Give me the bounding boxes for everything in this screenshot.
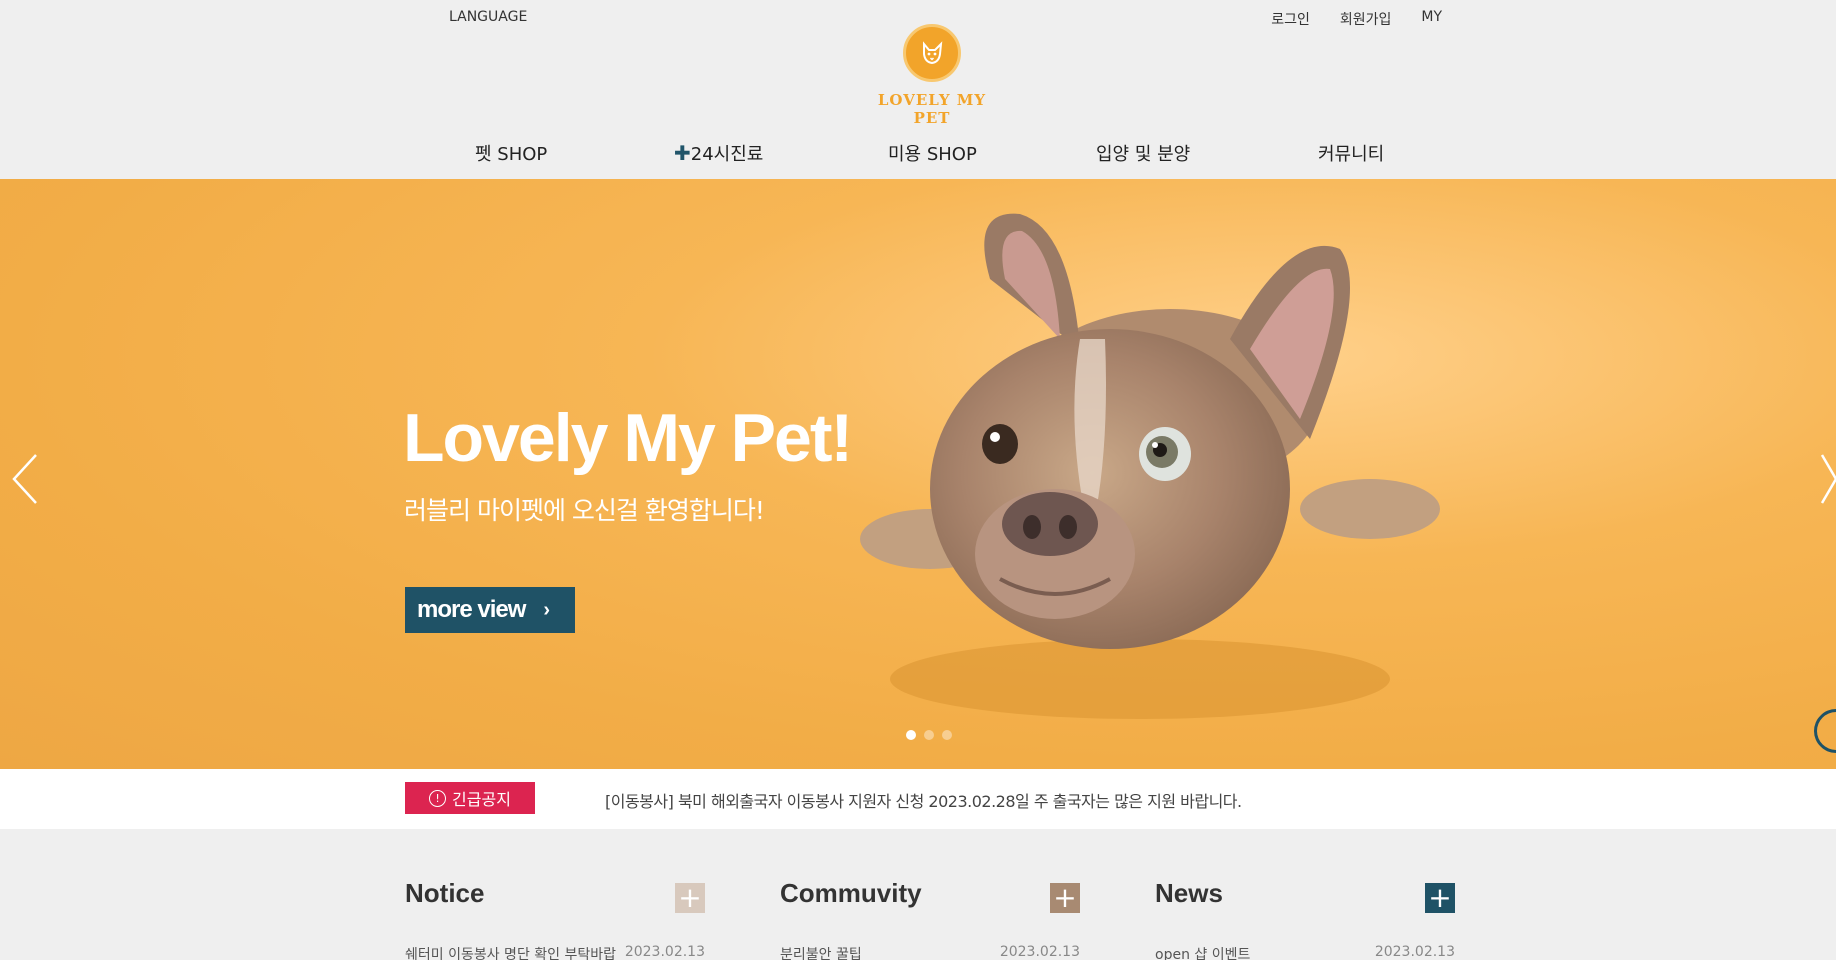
plus-icon[interactable]: +	[675, 883, 705, 913]
slide-pagination	[906, 730, 952, 740]
dog-logo-icon	[903, 24, 961, 82]
logo-text: LOVELY MY PET	[877, 91, 987, 127]
chevron-right-icon: ›	[543, 598, 550, 621]
list-item[interactable]: 분리불안 꿀팁 2023.02.13	[780, 944, 1080, 960]
nav-24h-clinic-label: 24시진료	[690, 144, 764, 165]
slide-dot-3[interactable]	[942, 730, 952, 740]
chevron-left-icon	[12, 454, 37, 504]
medical-cross-icon: ✚	[674, 141, 691, 165]
chevron-right-icon	[1820, 454, 1836, 504]
list-item-date: 2023.02.13	[999, 944, 1080, 960]
next-slide-arrow[interactable]	[1818, 449, 1836, 509]
list-item[interactable]: 쉐터미 이동봉사 명단 확인 부탁바랍 2023.02.13	[405, 944, 705, 960]
alert-icon: !	[429, 789, 447, 807]
hero-subtitle: 러블리 마이펫에 오신걸 환영합니다!	[404, 496, 765, 525]
nav-grooming-shop[interactable]: 미용 SHOP	[888, 140, 977, 166]
signup-link[interactable]: 회원가입	[1340, 9, 1392, 29]
list-item-title: open 샵 이벤트	[1155, 947, 1251, 960]
more-view-button[interactable]: more view ›	[405, 587, 575, 633]
site-header: LANGUAGE 로그인 회원가입 MY LOVELY MY PET 펫 SHO…	[0, 0, 1836, 179]
community-board: Commuvity + 분리불안 꿀팁 2023.02.13	[780, 878, 1080, 960]
plus-icon[interactable]: +	[1050, 883, 1080, 913]
list-item[interactable]: open 샵 이벤트 2023.02.13	[1155, 944, 1455, 960]
list-item-title: 분리불안 꿀팁	[780, 947, 862, 960]
news-board: News + open 샵 이벤트 2023.02.13	[1155, 878, 1455, 960]
nav-community[interactable]: 커뮤니티	[1318, 140, 1384, 166]
hero-slider: Lovely My Pet! 러블리 마이펫에 오신걸 환영합니다! more …	[0, 179, 1836, 769]
autoplay-progress-icon[interactable]	[1804, 699, 1836, 763]
list-item-title: 쉐터미 이동봉사 명단 확인 부탁바랍	[405, 947, 616, 960]
slide-dot-1[interactable]	[906, 730, 916, 740]
prev-slide-arrow[interactable]	[8, 449, 44, 509]
main-nav: 펫 SHOP ✚24시진료 미용 SHOP 입양 및 분양 커뮤니티	[0, 140, 1836, 166]
my-link[interactable]: MY	[1421, 9, 1442, 29]
french-bulldog-image	[860, 213, 1440, 719]
board-title: Notice	[405, 878, 485, 908]
slide-dot-2[interactable]	[924, 730, 934, 740]
nav-pet-shop[interactable]: 펫 SHOP	[475, 140, 547, 166]
urgent-notice-text[interactable]: [이동봉사] 북미 해외출국자 이동봉사 지원자 신청 2023.02.28일 …	[605, 788, 1242, 812]
site-logo[interactable]: LOVELY MY PET	[862, 24, 1002, 127]
util-menu: 로그인 회원가입 MY	[1271, 9, 1442, 29]
list-item-date: 2023.02.13	[1374, 944, 1455, 960]
list-item-date: 2023.02.13	[624, 944, 705, 960]
urgent-badge: ! 긴급공지	[405, 782, 535, 814]
nav-24h-clinic[interactable]: ✚24시진료	[674, 140, 763, 166]
hero-title: Lovely My Pet!	[403, 400, 853, 476]
board-title: News	[1155, 878, 1223, 908]
plus-icon[interactable]: +	[1425, 883, 1455, 913]
more-view-label: more view	[417, 596, 526, 623]
urgent-badge-label: 긴급공지	[452, 790, 511, 809]
board-title: Commuvity	[780, 878, 922, 908]
notice-board: Notice + 쉐터미 이동봉사 명단 확인 부탁바랍 2023.02.13	[405, 878, 705, 960]
login-link[interactable]: 로그인	[1271, 9, 1310, 29]
urgent-notice-bar: ! 긴급공지 [이동봉사] 북미 해외출국자 이동봉사 지원자 신청 2023.…	[0, 769, 1836, 829]
nav-adoption[interactable]: 입양 및 분양	[1096, 140, 1190, 166]
language-link[interactable]: LANGUAGE	[449, 9, 527, 25]
